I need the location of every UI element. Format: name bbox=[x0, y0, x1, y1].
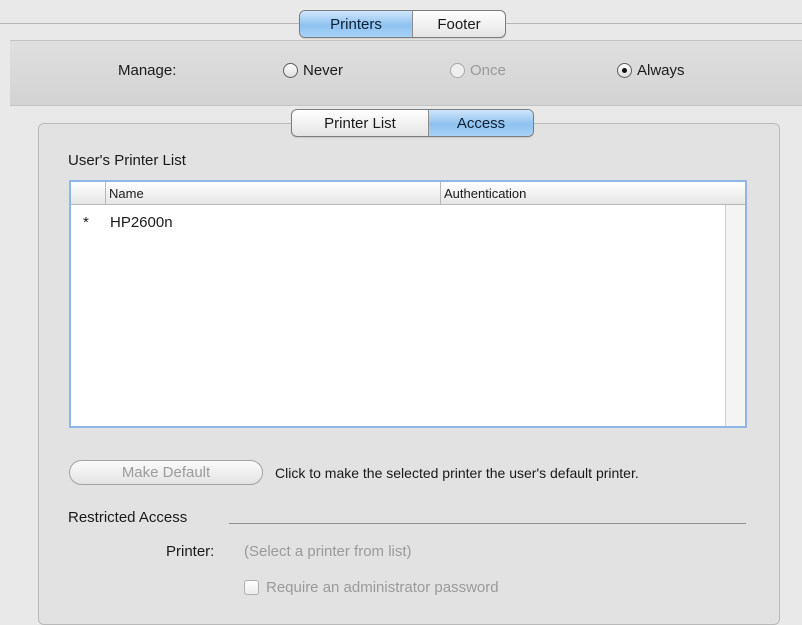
table-header: Name Authentication bbox=[71, 182, 745, 205]
radio-always-label: Always bbox=[637, 62, 685, 79]
radio-once-label: Once bbox=[470, 62, 506, 79]
make-default-help-text: Click to make the selected printer the u… bbox=[275, 465, 639, 481]
restricted-access-title: Restricted Access bbox=[68, 509, 188, 526]
radio-always[interactable]: Always bbox=[617, 62, 685, 79]
require-admin-password-label: Require an administrator password bbox=[266, 579, 499, 596]
radio-never-label: Never bbox=[303, 62, 344, 79]
default-printer-mark: * bbox=[83, 214, 89, 231]
printer-label: Printer: bbox=[166, 543, 215, 560]
tab-printers[interactable]: Printers bbox=[300, 11, 412, 37]
radio-once: Once bbox=[450, 62, 506, 79]
printer-list-table[interactable]: Name Authentication * HP2600n bbox=[69, 180, 747, 428]
printer-value: (Select a printer from list) bbox=[244, 543, 412, 560]
table-vertical-scrollbar[interactable] bbox=[725, 205, 745, 426]
printerlist-access-segmented-control: Printer List Access bbox=[291, 109, 534, 137]
require-admin-password-checkbox-row: Require an administrator password bbox=[244, 579, 499, 596]
tab-footer[interactable]: Footer bbox=[412, 11, 505, 37]
make-default-button[interactable]: Make Default bbox=[69, 460, 263, 485]
manage-label: Manage: bbox=[118, 62, 177, 79]
radio-never-circle[interactable] bbox=[283, 63, 298, 78]
tab-access[interactable]: Access bbox=[428, 110, 533, 136]
radio-never[interactable]: Never bbox=[283, 62, 343, 79]
column-header-name[interactable]: Name bbox=[109, 186, 144, 201]
radio-once-circle bbox=[450, 63, 465, 78]
radio-always-circle[interactable] bbox=[617, 63, 632, 78]
printers-footer-segmented-control: Printers Footer bbox=[299, 10, 506, 38]
column-header-authentication[interactable]: Authentication bbox=[444, 186, 526, 201]
table-row[interactable]: * HP2600n bbox=[71, 211, 725, 231]
printer-name-cell: HP2600n bbox=[110, 214, 173, 231]
tab-printer-list[interactable]: Printer List bbox=[292, 110, 428, 136]
users-printer-list-title: User's Printer List bbox=[68, 152, 186, 169]
require-admin-password-checkbox bbox=[244, 580, 259, 595]
restricted-access-divider bbox=[229, 523, 746, 524]
column-divider bbox=[105, 182, 106, 204]
column-divider bbox=[440, 182, 441, 204]
